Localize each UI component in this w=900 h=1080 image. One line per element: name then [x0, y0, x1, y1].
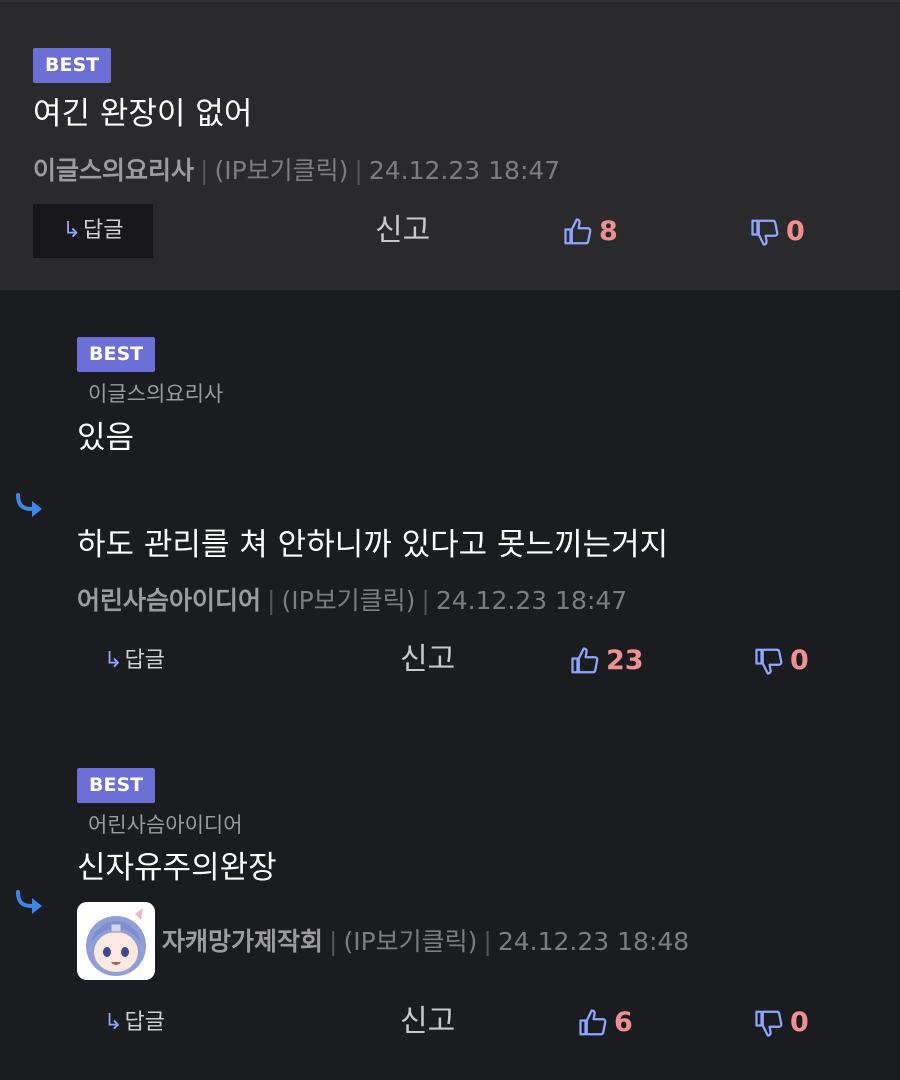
separator: | [329, 927, 338, 956]
reply-arrow-icon: ↳ [104, 648, 123, 673]
comment-meta: 자캐망가제작회 | (IP보기클릭) | 24.12.23 18:48 [162, 926, 689, 958]
parent-author[interactable]: 어린사슴아이디어 [88, 811, 243, 839]
reply-arrow-icon: ↳ [104, 1010, 123, 1035]
reply-button[interactable]: ↳ 답글 [104, 634, 165, 688]
report-button[interactable]: 신고 [400, 640, 455, 680]
thumbs-up-icon [571, 647, 599, 674]
separator: | [354, 156, 363, 185]
avatar-image [77, 902, 155, 980]
like-count: 8 [599, 216, 618, 247]
like-count: 6 [614, 1007, 633, 1038]
thumbs-down-icon [751, 219, 779, 246]
report-button[interactable]: 신고 [375, 211, 430, 251]
best-badge: BEST [77, 768, 156, 803]
reply-button[interactable]: ↳ 답글 [104, 996, 165, 1050]
dislike-count: 0 [790, 645, 809, 676]
reply-label: 답글 [82, 218, 124, 243]
author-name[interactable]: 어린사슴아이디어 [77, 586, 261, 615]
reply-thread-arrow-icon [16, 493, 42, 517]
comment-text-line-2: 하도 관리를 쳐 안하니까 있다고 못느끼는거지 [77, 527, 669, 563]
dislike-button[interactable]: 0 [750, 214, 805, 250]
comment-meta: 이글스의요리사 | (IP보기클릭) | 24.12.23 18:47 [33, 155, 560, 187]
comment-text-line-1: 있음 [77, 420, 135, 456]
ip-link[interactable]: (IP보기클릭) [343, 927, 477, 956]
author-avatar[interactable] [77, 902, 155, 980]
reply-label: 답글 [124, 1010, 165, 1035]
like-button[interactable]: 6 [578, 1005, 633, 1041]
dislike-button[interactable]: 0 [754, 1005, 809, 1041]
comment-date: 24.12.23 18:48 [497, 927, 690, 956]
thumbs-up-icon [579, 1009, 607, 1036]
separator: | [200, 156, 209, 185]
comment-text: 여긴 완장이 없어 [33, 96, 253, 132]
reply-button[interactable]: ↳ 답글 [33, 204, 153, 258]
best-badge: BEST [33, 48, 112, 83]
dislike-count: 0 [786, 216, 805, 247]
thumbs-up-icon [564, 218, 592, 245]
comment-best-1: BEST 여긴 완장이 없어 이글스의요리사 | (IP보기클릭) | 24.12.23… [0, 0, 900, 290]
dislike-count: 0 [790, 1007, 809, 1038]
like-button[interactable]: 8 [563, 214, 618, 250]
reply-thread-arrow-icon [16, 890, 42, 914]
best-badge: BEST [77, 337, 156, 372]
reply-arrow-icon: ↳ [62, 218, 81, 243]
comment-text: 신자유주의완장 [77, 850, 277, 886]
like-count: 23 [606, 645, 644, 676]
comment-best-3: BEST 어린사슴아이디어 신자유주의완장 자캐망가제작회 | (IP보기클릭) | 2… [0, 730, 900, 1080]
separator: | [267, 586, 276, 615]
comment-best-2: BEST 이글스의요리사 있음 하도 관리를 쳐 안하니까 있다고 못느끼는거지… [0, 290, 900, 730]
dislike-button[interactable]: 0 [754, 643, 809, 679]
author-name[interactable]: 자캐망가제작회 [162, 927, 323, 956]
comment-meta: 어린사슴아이디어 | (IP보기클릭) | 24.12.23 18:47 [77, 585, 627, 617]
ip-link[interactable]: (IP보기클릭) [214, 156, 348, 185]
separator: | [483, 927, 492, 956]
separator: | [421, 586, 430, 615]
like-button[interactable]: 23 [570, 643, 644, 679]
report-button[interactable]: 신고 [400, 1002, 455, 1042]
reply-label: 답글 [124, 648, 165, 673]
parent-author[interactable]: 이글스의요리사 [88, 380, 223, 408]
thumbs-down-icon [755, 648, 783, 675]
comment-date: 24.12.23 18:47 [368, 156, 561, 185]
ip-link[interactable]: (IP보기클릭) [281, 586, 415, 615]
author-name[interactable]: 이글스의요리사 [33, 156, 194, 185]
thumbs-down-icon [755, 1010, 783, 1037]
comment-date: 24.12.23 18:47 [435, 586, 628, 615]
